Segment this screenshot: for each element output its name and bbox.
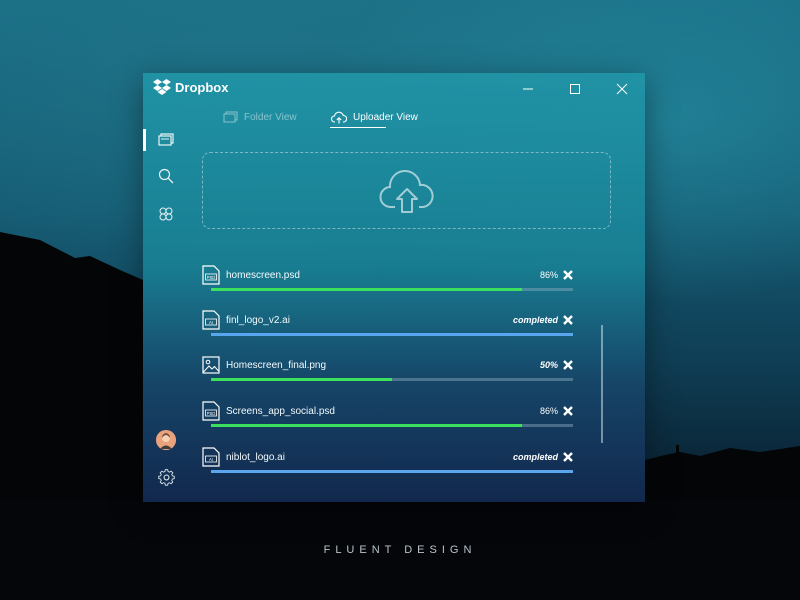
gear-icon [157,468,175,486]
image-file-icon [202,356,220,374]
dropbox-logo-icon [153,79,171,95]
upload-drop-zone[interactable] [202,152,611,229]
progress-track [211,470,573,473]
cancel-upload-icon[interactable] [562,314,574,326]
progress-fill [211,378,392,381]
tab-uploader-view[interactable]: Uploader View [331,111,418,124]
cancel-upload-icon[interactable] [562,269,574,281]
upload-item: AI niblot_logo.ai completed [202,447,574,483]
file-name: Screens_app_social.psd [226,406,335,417]
brand: Dropbox [153,79,228,95]
progress-track [211,424,573,427]
sidebar-item-sharing[interactable] [155,203,177,225]
avatar[interactable] [156,430,176,450]
sidebar-item-search[interactable] [155,165,177,187]
cloud-upload-icon [331,111,347,124]
progress-fill [211,288,523,291]
progress-fill [211,470,573,473]
upload-item: PSD homescreen.psd 86% [202,265,574,301]
psd-file-icon: PSD [202,401,220,421]
upload-list-scrollbar[interactable] [601,325,603,443]
progress-fill [211,333,573,336]
upload-status: completed [512,315,558,325]
minimize-icon [523,88,533,90]
ai-file-icon: AI [202,447,220,467]
caption: FLUENT DESIGN [323,544,477,556]
maximize-button[interactable] [563,79,587,99]
ai-file-icon: AI [202,310,220,330]
upload-status: 50% [539,360,558,370]
folders-icon [158,133,174,146]
folder-view-icon [223,111,238,123]
close-window-button[interactable] [610,79,634,99]
cancel-upload-icon[interactable] [562,359,574,371]
svg-text:PSD: PSD [207,411,216,416]
upload-item: AI finl_logo_v2.ai completed [202,310,574,346]
maximize-icon [570,84,580,94]
svg-text:AI: AI [209,320,213,325]
user-avatar-icon [156,430,176,450]
upload-item: Homescreen_final.png 50% [202,355,574,391]
upload-item: PSD Screens_app_social.psd 86% [202,401,574,437]
file-name: finl_logo_v2.ai [226,315,290,326]
cloud-upload-icon [379,169,434,213]
sidebar-active-indicator [143,129,146,151]
app-title: Dropbox [175,79,229,95]
svg-text:PSD: PSD [207,275,216,280]
file-name: homescreen.psd [226,270,300,281]
psd-file-icon: PSD [202,265,220,285]
sidebar-item-settings[interactable] [155,466,177,488]
upload-status: completed [512,452,558,462]
search-icon [158,168,174,184]
cancel-upload-icon[interactable] [562,451,574,463]
tab-folder-view[interactable]: Folder View [223,111,297,123]
progress-track [211,333,573,336]
active-tab-underline [330,127,386,128]
progress-track [211,378,573,381]
upload-status: 86% [539,406,558,416]
file-name: Homescreen_final.png [226,360,327,371]
sharing-icon [159,207,173,221]
tab-uploader-view-label: Uploader View [353,112,418,123]
svg-text:AI: AI [209,457,213,462]
upload-status: 86% [539,270,558,280]
tab-folder-view-label: Folder View [244,111,297,123]
title-bar: Dropbox [143,73,645,103]
cancel-upload-icon[interactable] [562,405,574,417]
sidebar-item-folders[interactable] [155,129,177,151]
dropbox-window: Dropbox Folder View Uploader View PSD ho… [143,73,645,502]
minimize-button[interactable] [516,79,540,99]
progress-fill [211,424,523,427]
file-name: niblot_logo.ai [226,452,285,463]
progress-track [211,288,573,291]
close-icon [616,83,628,95]
